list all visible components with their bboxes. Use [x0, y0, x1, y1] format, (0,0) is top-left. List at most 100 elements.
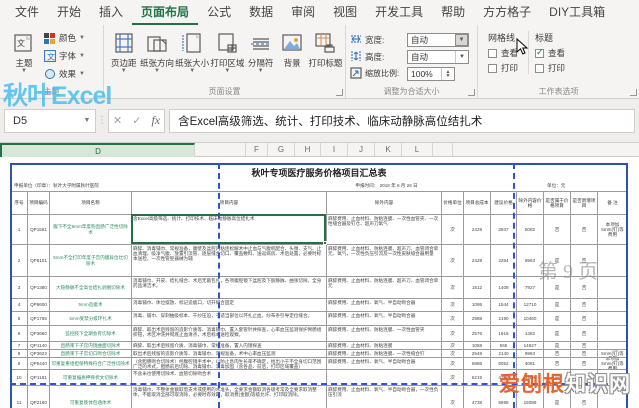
cell-cost[interactable]: 2429: [463, 214, 490, 244]
column-header-J[interactable]: J: [348, 143, 375, 156]
column-header-C[interactable]: C: [49, 143, 131, 156]
cell-is_price[interactable]: 否: [543, 357, 570, 369]
cell-is_price[interactable]: 是: [543, 276, 570, 298]
cell-excl[interactable]: 麻醉费用、止血材料、防粘连膜、一次性血管夹: [326, 325, 441, 341]
column-header-K[interactable]: K: [375, 143, 402, 156]
ribbon-tab-帮助[interactable]: 帮助: [432, 0, 474, 25]
print-area-button[interactable]: 打印区域 ▼: [210, 28, 245, 86]
breaks-button[interactable]: 分隔符 ▼: [245, 28, 276, 86]
spinner-icons[interactable]: ▲ ▼: [441, 67, 454, 80]
cell-no[interactable]: 9: [10, 357, 27, 369]
cell-unit[interactable]: 次: [441, 325, 463, 341]
dialog-launcher-icon[interactable]: [336, 89, 343, 96]
sheet-area[interactable]: 秋叶专项医疗服务价格项目汇总表 申报单位（印章）：秋叶大学附属秋叶医院 申报时间： …: [0, 157, 639, 408]
width-combo[interactable]: 自动 ▼: [407, 32, 469, 47]
scale-spinner[interactable]: 100% ▲ ▼: [407, 66, 455, 81]
cell-excl_price[interactable]: 9963: [516, 349, 543, 357]
cell-cost[interactable]: 1058: [463, 341, 490, 349]
cell-is_price[interactable]: 否: [543, 349, 570, 357]
cell-is_new[interactable]: 否: [570, 214, 597, 244]
cell-excl_price[interactable]: 4081: [516, 357, 543, 369]
cell-is_new[interactable]: 否: [570, 244, 597, 276]
cell-cost[interactable]: 4738: [463, 385, 490, 408]
cell-note[interactable]: [597, 298, 628, 311]
column-header-B[interactable]: B: [27, 143, 49, 156]
headings-print-checkbox[interactable]: ✓ 打印: [535, 62, 565, 74]
cell-code[interactable]: QP1380: [27, 276, 49, 298]
cell-cost[interactable]: 2988: [463, 311, 490, 325]
cell-content[interactable]: 麻醉、消毒铺巾、常规准备，腹壁及盆腔内粘连松解术中止血与气腹机配合、头颈、支气、…: [131, 244, 326, 276]
cell-excl[interactable]: 麻醉费用、止血材料、氧气、半自动吻合器，一次性负压引流: [326, 385, 441, 408]
ribbon-tab-页面布局[interactable]: 页面布局: [132, 0, 199, 25]
cell-is_price[interactable]: 是: [543, 385, 570, 408]
cell-excl_price[interactable]: 1482: [516, 325, 543, 341]
cell-is_new[interactable]: 否: [570, 341, 597, 349]
cell-content[interactable]: 消毒铺巾、开皮、结扎缝合、术后无菌包扎，各项腹腔镜下盆腔及下肢静脉、曲张切除，全…: [131, 276, 326, 298]
ribbon-tab-开发工具[interactable]: 开发工具: [366, 0, 432, 25]
cell-unit[interactable]: 次: [441, 357, 463, 369]
cell-unit[interactable]: 次: [441, 349, 463, 357]
cell-is_new[interactable]: 否: [570, 325, 597, 341]
cell-code[interactable]: QP1140: [27, 341, 49, 349]
cell-cost[interactable]: 2576: [463, 325, 490, 341]
cell-note[interactable]: 本项加5mm(钉)等费用: [597, 349, 628, 357]
cell-unit[interactable]: 次: [441, 214, 463, 244]
gridlines-print-checkbox[interactable]: ✓ 打印: [488, 62, 518, 74]
cell-name[interactable]: 5mm受禁分级环扎术: [49, 311, 131, 325]
cell-name[interactable]: 监控肢下全期会有切除术: [49, 325, 131, 341]
table-row[interactable]: 11 QP2160 可重复肢体包涵体术 消毒铺巾、不整体金额取借支术或使用的水准头，全…: [10, 385, 628, 408]
cell-name[interactable]: 可重复肢体包涵体术: [49, 385, 131, 408]
column-header-A[interactable]: A: [0, 143, 27, 156]
cell-unit[interactable]: 次: [441, 385, 463, 408]
cell-cost[interactable]: 2548: [463, 349, 490, 357]
cell-excl_price[interactable]: 15099: [516, 385, 543, 408]
column-header-L[interactable]: L: [402, 143, 433, 156]
ribbon-tab-开始[interactable]: 开始: [48, 0, 90, 25]
theme-effects-button[interactable]: 效果 ▼: [44, 66, 85, 82]
checkbox-icon[interactable]: ✓: [488, 63, 497, 73]
cell-cost[interactable]: 2429: [463, 244, 490, 276]
column-header-F[interactable]: F: [246, 143, 268, 156]
cell-content[interactable]: 取出术后残留的造影介质等、消毒铺巾、常规准备，术中心率血压监测: [131, 349, 326, 357]
column-headers[interactable]: ABCDEFGHIJKL: [0, 143, 639, 159]
cell-no[interactable]: 2: [10, 244, 27, 276]
cell-is_price[interactable]: 是: [543, 325, 570, 341]
cell-name[interactable]: 腹下不全5mm年度购直肠广泛性切除术: [49, 214, 131, 244]
cell-name[interactable]: 5mm造瘘术: [49, 298, 131, 311]
cell-no[interactable]: 5: [10, 311, 27, 325]
cell-is_price[interactable]: 是: [543, 311, 570, 325]
cell-name[interactable]: 直肠束下子宫切口吻合切除术: [49, 349, 131, 357]
cell-is_price[interactable]: 是: [543, 244, 570, 276]
chevron-down-icon[interactable]: ▼: [455, 33, 468, 46]
cell-excl[interactable]: 麻醉费用、止血材料、防粘连膜、一次性缝合钉: [326, 349, 441, 357]
cell-code[interactable]: QP6101: [27, 244, 49, 276]
cell-excl[interactable]: 麻醉费用、止血材料、氧气、半自动吻合器: [326, 357, 441, 369]
table-row[interactable]: 9 QP5440 可重复重组担保特殊符合广泛性切除术 （含胆肠吻合切除术）经腹腔镜手术…: [10, 357, 628, 369]
chevron-down-icon[interactable]: ▼: [455, 50, 468, 63]
cell-content[interactable]: 麻醉、取出术后残留介质、消毒铺巾、常规准备，置入内镜探查: [131, 341, 326, 349]
ribbon-tab-审阅[interactable]: 审阅: [282, 0, 324, 25]
cell-is_new[interactable]: 否: [570, 385, 597, 408]
ribbon-tab-文件[interactable]: 文件: [6, 0, 48, 25]
formula-bar-handle[interactable]: ⋮: [96, 115, 108, 126]
cell-excl_price[interactable]: 9963: [516, 244, 543, 276]
cell-note[interactable]: [597, 325, 628, 341]
cell-no[interactable]: 6: [10, 325, 27, 341]
cell-is_new[interactable]: 否: [570, 311, 597, 325]
cell-unit[interactable]: 次: [441, 311, 463, 325]
cell-excl[interactable]: 麻醉费用、止血材料、防粘连膜: [326, 341, 441, 349]
cell-note[interactable]: 本项加5mm(钉)等费用: [597, 357, 628, 369]
name-box[interactable]: D5 ▼: [4, 108, 96, 133]
cell-name[interactable]: 大隐静脉不全高位结扎剥脱切除术: [49, 276, 131, 298]
ribbon-tab-DIY工具箱[interactable]: DIY工具箱: [540, 0, 614, 25]
cell-no[interactable]: 4: [10, 298, 27, 311]
cell-is_new[interactable]: 否: [570, 298, 597, 311]
cell-unit[interactable]: 次: [441, 298, 463, 311]
paper-size-button[interactable]: 纸张大小 ▼: [175, 28, 210, 86]
cell-excl_price[interactable]: 10460: [516, 311, 543, 325]
vertical-page-break[interactable]: [218, 163, 220, 408]
cell-name[interactable]: 直肠束下子宫内镜曲面切除术: [49, 341, 131, 349]
column-header-H[interactable]: H: [295, 143, 321, 156]
column-header-end[interactable]: [433, 143, 453, 156]
cell-excl_price[interactable]: 14627: [516, 341, 543, 349]
